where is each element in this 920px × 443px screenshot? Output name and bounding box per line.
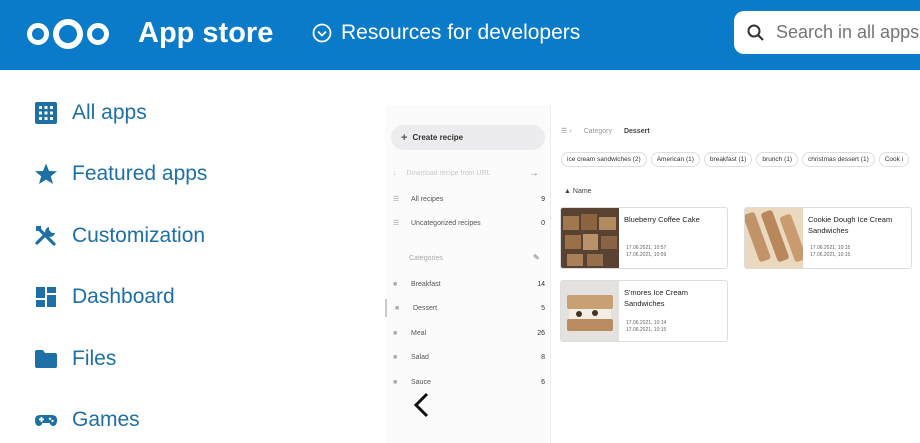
- category-label: Dessert: [413, 304, 438, 312]
- search-box[interactable]: [734, 11, 920, 54]
- download-icon: ↓: [393, 169, 397, 177]
- recipe-card: S'mores Ice Cream Sandwiches 17.06.2021,…: [560, 280, 728, 342]
- category-nav: All apps Featured apps Customization Das…: [0, 70, 360, 443]
- pencil-icon: ✎: [533, 253, 540, 262]
- nav-label: Games: [72, 408, 140, 431]
- all-recipes-count: 9: [541, 195, 545, 203]
- category-label: Sauce: [411, 378, 431, 386]
- tag-filter-row: ice cream sandwiches (2) American (1) br…: [561, 152, 913, 167]
- nav-item-customization[interactable]: Customization: [34, 216, 205, 256]
- nav-label: Customization: [72, 224, 206, 247]
- gamepad-icon: [35, 415, 57, 426]
- chevron-left-icon[interactable]: [412, 392, 432, 418]
- plus-icon: +: [401, 131, 408, 144]
- uncategorized-count: 0: [541, 219, 545, 227]
- category-row: ■ Salad 8: [393, 348, 545, 366]
- preview-main: ☰ › Category Dessert ice cream sandwiche…: [550, 105, 920, 443]
- uncategorized-label: Uncategorized recipes: [411, 219, 481, 227]
- list-icon: ☰: [393, 196, 400, 203]
- create-recipe-label: Create recipe: [412, 133, 464, 142]
- all-recipes-row: ☰ All recipes 9: [393, 190, 545, 208]
- category-label: Breakfast: [411, 280, 441, 288]
- grid-icon: [35, 102, 57, 124]
- folder-icon: ■: [393, 353, 398, 361]
- recipe-image: [745, 208, 803, 268]
- recipe-card: Blueberry Coffee Cake 17.06.2021, 10:57 …: [560, 207, 728, 269]
- category-count: 6: [541, 378, 545, 386]
- nav-item-games[interactable]: Games: [34, 400, 140, 440]
- nav-item-files[interactable]: Files: [34, 339, 116, 379]
- recipe-title: Blueberry Coffee Cake: [624, 215, 700, 224]
- folder-icon: [35, 350, 57, 368]
- recipe-created: 17.06.2021, 10:15: [810, 245, 851, 251]
- nav-label: Files: [72, 347, 117, 370]
- recipe-modified: 17.06.2021, 10:59: [626, 252, 667, 258]
- folder-icon: ■: [393, 280, 398, 288]
- header: App store Resources for developers: [0, 0, 920, 70]
- breadcrumb: ☰ › Category Dessert: [561, 127, 662, 136]
- recipe-modified: 17.06.2021, 10:15: [626, 327, 667, 333]
- category-count: 26: [537, 329, 545, 337]
- download-recipe-row: ↓ Download recipe from URL →: [391, 164, 545, 182]
- category-count: 5: [541, 304, 545, 312]
- recipe-created: 17.06.2021, 10:14: [626, 320, 667, 326]
- all-recipes-label: All recipes: [411, 195, 444, 203]
- category-count: 14: [537, 280, 545, 288]
- caret-up-icon: ▲: [564, 188, 571, 195]
- nextcloud-logo-icon[interactable]: [26, 17, 110, 51]
- recipe-title: S'mores Ice Cream Sandwiches: [624, 288, 688, 308]
- recipe-card: Cookie Dough Ice Cream Sandwiches 17.06.…: [744, 207, 912, 269]
- arrow-right-icon: →: [529, 167, 539, 179]
- tag-chip: brunch (1): [756, 152, 799, 167]
- resources-label: Resources for developers: [341, 21, 581, 44]
- tag-chip: christmas dessert (1): [802, 152, 875, 167]
- category-row: ■ Sauce 6: [393, 373, 545, 391]
- nav-label: Dashboard: [72, 285, 175, 308]
- app-preview-screenshot: + Create recipe ↓ Download recipe from U…: [385, 105, 920, 443]
- nav-item-dashboard[interactable]: Dashboard: [34, 277, 175, 317]
- category-row: ■ Meal 26: [393, 324, 545, 342]
- breadcrumb-current: Dessert: [623, 127, 650, 135]
- search-input[interactable]: [776, 22, 920, 43]
- tag-chip: breakfast (1): [703, 152, 753, 167]
- folder-icon: ■: [393, 329, 398, 337]
- star-icon: [35, 163, 57, 184]
- folder-icon: ■: [395, 304, 400, 312]
- category-label: Salad: [411, 353, 429, 361]
- recipe-created: 17.06.2021, 10:57: [626, 245, 667, 251]
- category-count: 8: [541, 353, 545, 361]
- search-icon: [747, 24, 764, 41]
- tools-icon: [35, 226, 56, 246]
- category-row: ■ Breakfast 14: [393, 275, 545, 293]
- list-icon: ☰ ›: [561, 128, 572, 135]
- tag-chip: American (1): [650, 152, 700, 167]
- nav-item-all-apps[interactable]: All apps: [34, 93, 147, 133]
- breadcrumb-category: Category: [583, 127, 612, 135]
- folder-icon: ■: [393, 378, 398, 386]
- uncategorized-row: ☰ Uncategorized recipes 0: [393, 214, 545, 232]
- category-label: Meal: [411, 329, 427, 337]
- app-title[interactable]: App store: [138, 16, 273, 50]
- category-row-active: ■ Dessert 5: [385, 299, 545, 317]
- tag-chip: Cook i: [878, 152, 910, 167]
- create-recipe-button: + Create recipe: [391, 125, 545, 150]
- recipe-modified: 17.06.2021, 10:15: [810, 252, 851, 258]
- recipe-image: [561, 208, 619, 268]
- tag-chip: ice cream sandwiches (2): [561, 152, 647, 167]
- list-icon: ☰: [393, 220, 400, 227]
- preview-sidebar: + Create recipe ↓ Download recipe from U…: [385, 105, 550, 443]
- resources-for-developers-button[interactable]: Resources for developers: [312, 18, 580, 48]
- dashboard-icon: [36, 287, 56, 307]
- sort-by-name: ▲ Name: [564, 188, 592, 195]
- sort-label: Name: [572, 188, 592, 195]
- nav-label: All apps: [72, 101, 147, 124]
- download-placeholder: Download recipe from URL: [406, 169, 491, 177]
- recipe-image: [561, 281, 619, 341]
- recipe-title: Cookie Dough Ice Cream Sandwiches: [808, 215, 893, 235]
- nav-item-featured-apps[interactable]: Featured apps: [34, 154, 207, 194]
- categories-header: Categories: [409, 255, 443, 262]
- chevron-circle-down-icon: [312, 23, 332, 43]
- nav-label: Featured apps: [72, 162, 208, 185]
